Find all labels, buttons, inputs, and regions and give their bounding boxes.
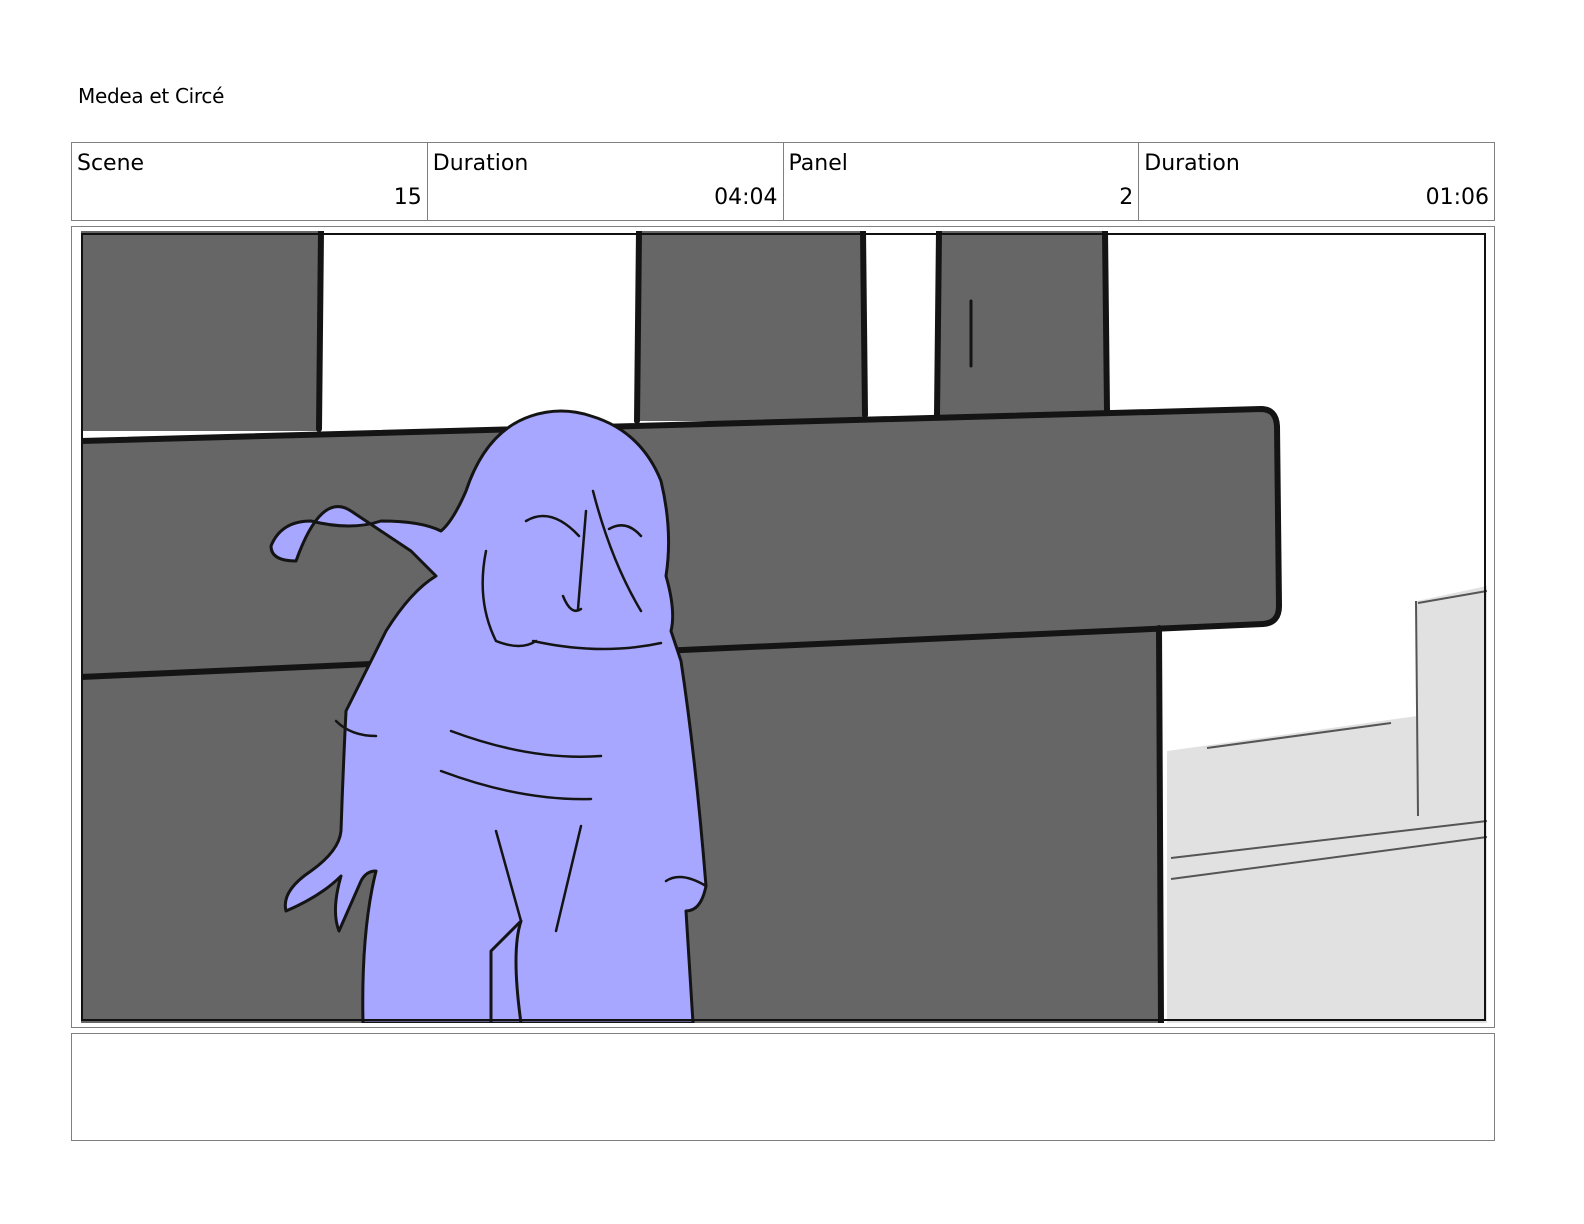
scene-duration-value: 04:04 <box>714 185 778 210</box>
panel-notes-box <box>71 1033 1495 1141</box>
scene-duration-cell: Duration 04:04 <box>428 143 784 220</box>
scene-duration-label: Duration <box>432 151 529 176</box>
panel-duration-value: 01:06 <box>1425 185 1489 210</box>
storyboard-drawing <box>81 231 1487 1023</box>
panel-info-table: Scene 15 Duration 04:04 Panel 2 Duration… <box>71 142 1495 221</box>
panel-label: Panel <box>788 151 848 176</box>
panel-cell: Panel 2 <box>784 143 1140 220</box>
panel-duration-label: Duration <box>1144 151 1240 176</box>
scene-cell: Scene 15 <box>72 143 428 220</box>
document-title: Medea et Circé <box>78 84 225 108</box>
scene-label: Scene <box>77 151 145 176</box>
storyboard-panel-frame <box>71 226 1495 1028</box>
panel-number: 2 <box>1119 185 1134 210</box>
panel-duration-cell: Duration 01:06 <box>1139 143 1494 220</box>
scene-number: 15 <box>393 185 422 210</box>
